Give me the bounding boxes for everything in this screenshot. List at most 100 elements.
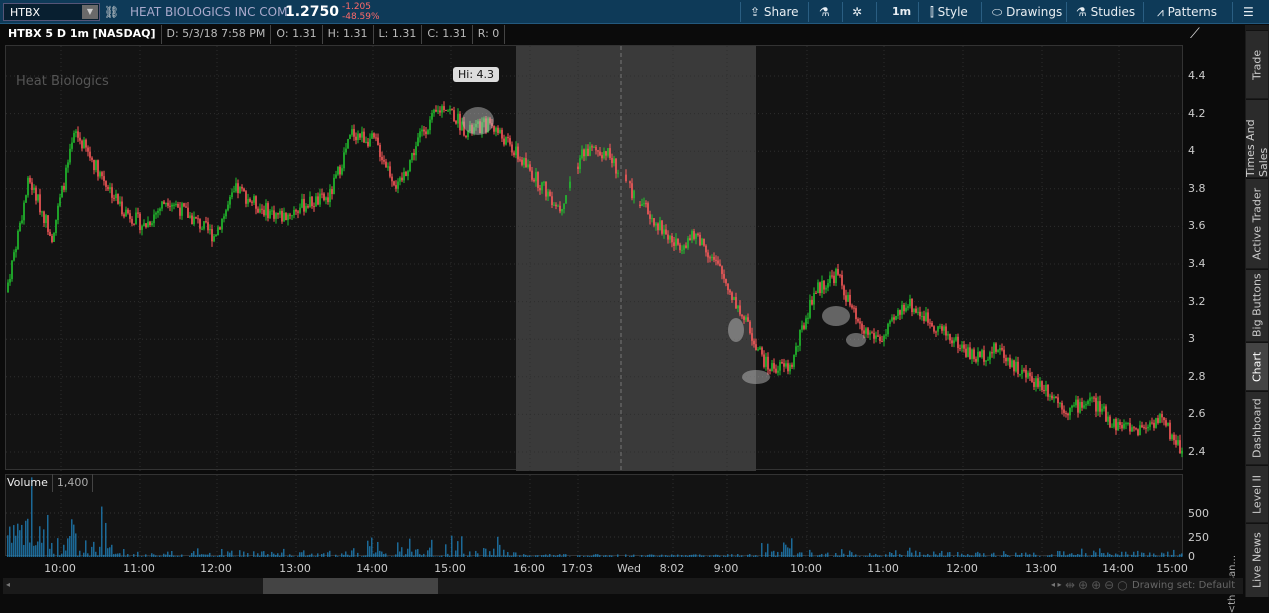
volume-bar: [291, 556, 292, 557]
candle-body: [165, 203, 167, 204]
volume-bar: [607, 556, 608, 557]
drawings-button[interactable]: ⬭ Drawings: [992, 5, 1062, 20]
candle-body: [23, 203, 25, 221]
volume-bar: [927, 554, 928, 557]
candle-body: [959, 348, 961, 349]
menu-icon[interactable]: ☰: [1243, 5, 1254, 19]
candle-body: [691, 231, 693, 240]
candle-body: [265, 203, 267, 215]
studies-button[interactable]: ⚗ Studies: [1076, 5, 1135, 19]
candle-body: [1037, 378, 1039, 387]
volume-bar: [935, 554, 936, 557]
sidebar-tab-dashboard[interactable]: Dashboard: [1246, 391, 1268, 464]
volume-bar: [565, 554, 566, 557]
candle-body: [1085, 404, 1087, 405]
candle-body: [1145, 428, 1147, 429]
volume-chart-svg: [6, 475, 1184, 557]
link-icon[interactable]: ⛓: [104, 5, 119, 19]
volume-bar: [153, 554, 154, 557]
price-scale-icon[interactable]: ⟋: [1190, 26, 1200, 42]
volume-chart[interactable]: [5, 474, 1183, 556]
candle-body: [1017, 362, 1019, 374]
volume-bar: [983, 553, 984, 557]
volume-bar: [37, 541, 38, 557]
sidebar-tab-times-and-sales[interactable]: Times And Sales: [1246, 99, 1268, 177]
scroll-left-icon[interactable]: ◂: [6, 580, 10, 589]
volume-bar: [107, 548, 108, 557]
volume-bar: [397, 542, 398, 557]
candle-body: [1171, 435, 1173, 439]
volume-bar: [787, 547, 788, 557]
candle-body: [229, 197, 231, 205]
candle-body: [145, 223, 147, 227]
candle-body: [411, 153, 413, 160]
share-button[interactable]: ⇪ Share: [750, 5, 799, 19]
candle-body: [191, 216, 193, 225]
candle-body: [857, 319, 859, 321]
timeframe-button[interactable]: 1m: [892, 5, 911, 18]
sidebar-tab-big-buttons[interactable]: Big Buttons: [1246, 269, 1268, 341]
candle-body: [711, 257, 713, 258]
candle-body: [31, 182, 33, 190]
volume-bar: [421, 555, 422, 557]
volume-bar: [475, 551, 476, 557]
volume-bar: [411, 552, 412, 557]
price-chart[interactable]: [5, 45, 1183, 470]
horizontal-scrollbar[interactable]: ◂ ◂ ▸ ⇹⊕⊕⊖○: [3, 578, 1243, 594]
candle-body: [429, 120, 431, 131]
scroll-right-icon[interactable]: ◂ ▸: [1051, 580, 1062, 589]
sidebar-tab-active-trader[interactable]: Active Trader: [1246, 178, 1268, 268]
style-button[interactable]: ⫿ Style: [930, 5, 968, 20]
candle-body: [813, 293, 815, 305]
volume-bar: [199, 555, 200, 557]
candle-body: [935, 332, 937, 333]
volume-bar: [775, 556, 776, 557]
candle-body: [731, 292, 733, 300]
volume-tick: 250: [1188, 531, 1209, 544]
price-tick: 3.4: [1188, 257, 1206, 270]
time-tick: 9:00: [714, 562, 739, 575]
candle-body: [645, 203, 647, 204]
volume-bar: [681, 555, 682, 557]
candle-body: [885, 334, 887, 335]
chevron-down-icon[interactable]: ▼: [82, 5, 98, 19]
candle-body: [41, 211, 43, 212]
candle-body: [803, 325, 805, 328]
zoom-controls[interactable]: ⇹⊕⊕⊖○: [1065, 578, 1131, 592]
volume-bar: [99, 547, 100, 557]
volume-bar: [995, 556, 996, 557]
volume-bar: [739, 556, 740, 557]
candle-body: [817, 282, 819, 293]
sidebar-tab-chart[interactable]: Chart: [1246, 342, 1268, 390]
volume-bar: [695, 554, 696, 557]
gear-icon[interactable]: ✲: [852, 5, 862, 19]
price-tick: 2.8: [1188, 370, 1206, 383]
volume-bar: [451, 536, 452, 557]
candle-body: [25, 195, 27, 202]
volume-bar: [1117, 554, 1118, 557]
volume-bar: [337, 556, 338, 557]
volume-bar: [447, 554, 448, 557]
volume-bar: [477, 553, 478, 557]
flask-icon[interactable]: ⚗: [819, 5, 830, 19]
symbol-input[interactable]: HTBX▼: [3, 3, 100, 21]
scrollbar-thumb[interactable]: [263, 578, 438, 594]
volume-bar: [141, 556, 142, 557]
volume-bar: [731, 554, 732, 557]
sidebar-tab-trade[interactable]: Trade: [1246, 30, 1268, 98]
volume-bar: [1123, 556, 1124, 557]
sidebar-tab-level-ii[interactable]: Level II: [1246, 465, 1268, 522]
volume-bar: [801, 552, 802, 557]
volume-bar: [1079, 555, 1080, 557]
patterns-button[interactable]: ⩘ Patterns: [1157, 5, 1217, 20]
candle-body: [641, 204, 643, 206]
candle-body: [177, 204, 179, 208]
candle-body: [815, 293, 817, 294]
candle-body: [971, 349, 973, 358]
candle-body: [1071, 406, 1073, 408]
sidebar-tab-live-news[interactable]: Live News: [1246, 523, 1268, 597]
net-change-pct: -48.59%: [342, 12, 380, 22]
price-tick: 4: [1188, 144, 1195, 157]
volume-bar: [345, 551, 346, 557]
candle-body: [751, 333, 753, 341]
